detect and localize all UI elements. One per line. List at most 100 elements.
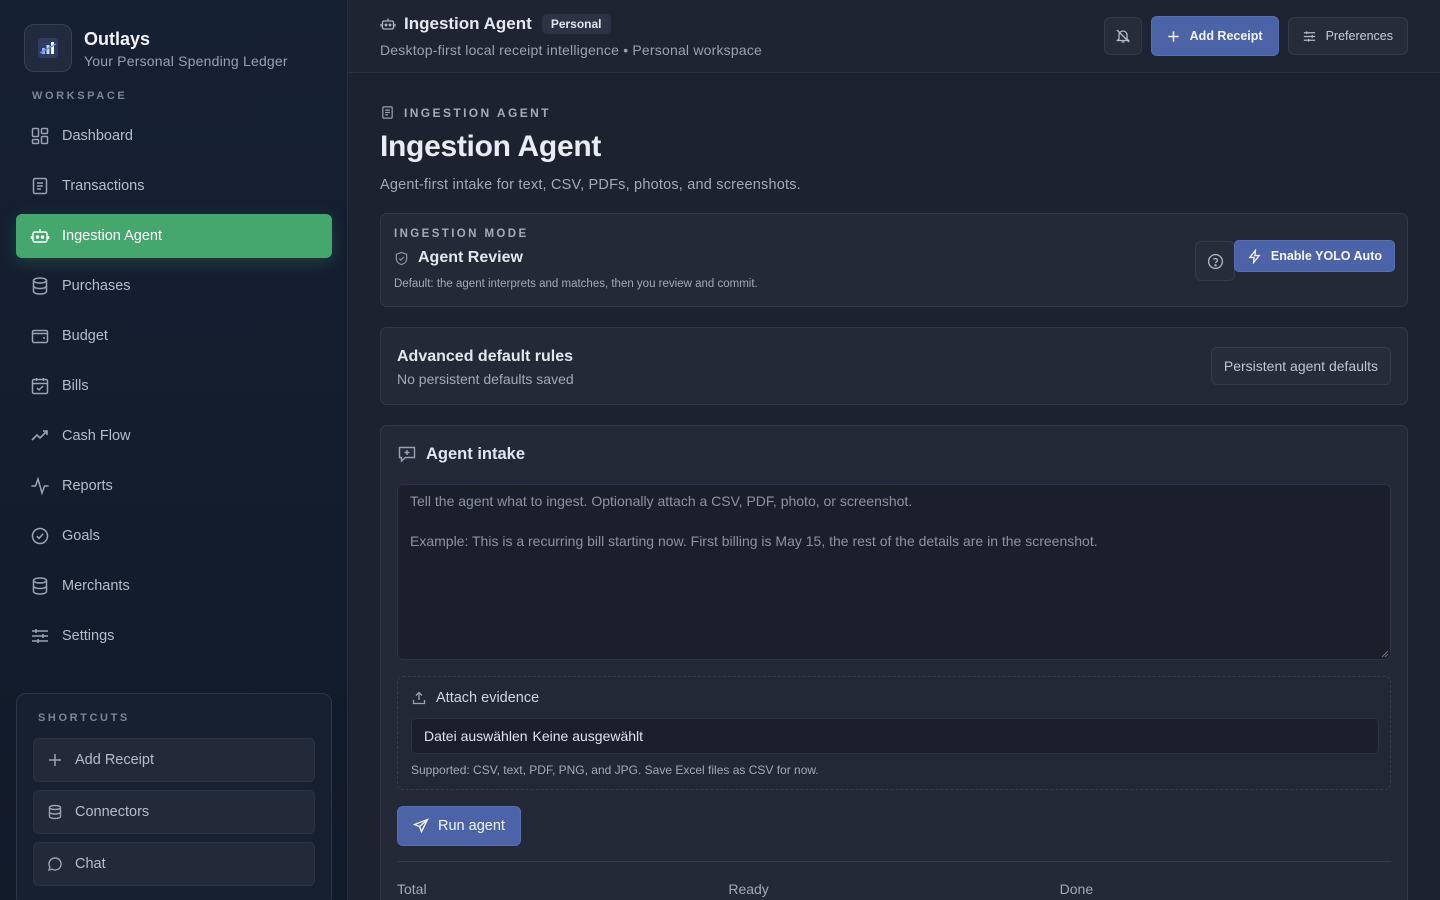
divider [397, 861, 1391, 862]
file-picker-input[interactable]: Datei auswählen Keine ausgewählt [411, 718, 1379, 754]
page-title: Ingestion Agent [380, 130, 602, 163]
sidebar-item-label: Transactions [62, 178, 145, 194]
agent-instructions-input[interactable] [397, 484, 1391, 660]
activity-icon [31, 476, 49, 496]
sidebar: Outlays Your Personal Spending Ledger WO… [0, 0, 348, 900]
shortcut-label: Connectors [75, 804, 150, 820]
topbar-subtitle: Desktop-first local receipt intelligence… [380, 42, 763, 58]
run-agent-button[interactable]: Run agent [397, 806, 521, 846]
file-selection-status: Keine ausgewählt [532, 728, 644, 744]
document-icon [32, 177, 48, 195]
sidebar-item-dashboard[interactable]: Dashboard [16, 114, 332, 158]
brand-name: Outlays [84, 28, 151, 49]
brand-subtitle: Your Personal Spending Ledger [84, 52, 288, 69]
persistent-defaults-button[interactable]: Persistent agent defaults [1210, 347, 1391, 385]
add-receipt-button[interactable]: Add Receipt [1150, 16, 1279, 56]
sidebar-item-reports[interactable]: Reports [16, 464, 332, 508]
ingestion-mode-label: INGESTION MODE [394, 228, 529, 240]
sidebar-item-goals[interactable]: Goals [16, 514, 332, 558]
sidebar-item-merchants[interactable]: Merchants [16, 564, 332, 608]
check-circle-icon [31, 527, 49, 545]
trending-up-icon [31, 430, 48, 441]
sidebar-nav: Dashboard Transactions Ingestion Agent P… [16, 114, 332, 664]
supported-formats-note: Supported: CSV, text, PDF, PNG, and JPG.… [411, 763, 819, 777]
brand[interactable]: Outlays Your Personal Spending Ledger [24, 24, 288, 72]
sidebar-item-bills[interactable]: Bills [16, 364, 332, 408]
shortcut-add-receipt[interactable]: Add Receipt [33, 738, 315, 782]
preferences-label: Preferences [1325, 29, 1393, 43]
sliders-icon [1303, 30, 1315, 42]
shortcut-label: Chat [75, 856, 106, 872]
topbar-title: Ingestion Agent [404, 14, 532, 33]
topbar-actions: Add Receipt Preferences [1103, 16, 1408, 56]
database-icon [48, 804, 62, 820]
agent-intake-title: Agent intake [426, 444, 526, 463]
sidebar-item-settings[interactable]: Settings [16, 614, 332, 658]
notifications-button[interactable] [1103, 17, 1142, 55]
advanced-rules-status: No persistent defaults saved [397, 371, 574, 387]
workspace-badge: Personal [541, 14, 611, 34]
shortcut-chat[interactable]: Chat [33, 842, 315, 886]
database-icon [32, 277, 48, 295]
shortcut-label: Add Receipt [75, 752, 154, 768]
sidebar-item-purchases[interactable]: Purchases [16, 264, 332, 308]
plus-icon [1168, 30, 1179, 42]
shortcuts-label: SHORTCUTS [38, 712, 130, 724]
sidebar-item-label: Settings [62, 628, 115, 644]
shortcut-connectors[interactable]: Connectors [33, 790, 315, 834]
shield-check-icon [395, 251, 408, 265]
sidebar-item-label: Cash Flow [62, 428, 131, 444]
resize-grip-icon[interactable] [1379, 648, 1389, 658]
chat-icon [48, 857, 62, 871]
ingestion-mode-name: Agent Review [418, 249, 523, 266]
sidebar-item-label: Budget [62, 328, 108, 344]
sidebar-item-label: Reports [62, 478, 113, 494]
sidebar-item-cash-flow[interactable]: Cash Flow [16, 414, 332, 458]
ingestion-mode-card: INGESTION MODE Agent Review Default: the… [380, 213, 1408, 307]
topbar-title-row: Ingestion Agent Personal [380, 14, 611, 34]
intake-stats-row: Total Ready Done [397, 881, 1391, 897]
wallet-icon [31, 329, 49, 344]
shortcuts-panel: SHORTCUTS Add Receipt Connectors Chat [16, 693, 332, 900]
enable-yolo-auto-label: Enable YOLO Auto [1270, 249, 1382, 263]
calendar-icon [31, 378, 49, 395]
attach-evidence-title: Attach evidence [436, 690, 540, 706]
stat-ready-label: Ready [728, 881, 769, 897]
robot-icon [380, 18, 396, 30]
preferences-button[interactable]: Preferences [1287, 17, 1408, 55]
ingestion-mode-hint: Default: the agent interprets and matche… [394, 278, 758, 290]
dashboard-icon [31, 127, 49, 145]
mode-help-button[interactable] [1195, 241, 1235, 281]
enable-yolo-auto-button[interactable]: Enable YOLO Auto [1233, 240, 1395, 272]
sidebar-item-label: Merchants [62, 578, 130, 594]
advanced-rules-card: Advanced default rules No persistent def… [380, 327, 1408, 405]
stat-total-label: Total [397, 881, 427, 897]
workspace-section-label: WORKSPACE [32, 90, 128, 102]
sidebar-item-ingestion-agent[interactable]: Ingestion Agent [16, 214, 332, 258]
choose-file-button[interactable]: Datei auswählen [424, 728, 528, 744]
sidebar-item-budget[interactable]: Budget [16, 314, 332, 358]
attach-evidence-header: Attach evidence [411, 690, 539, 706]
bell-off-icon [1115, 29, 1130, 43]
sliders-icon [32, 629, 48, 643]
help-circle-icon [1207, 253, 1223, 269]
upload-icon [412, 691, 426, 705]
sidebar-item-label: Purchases [62, 278, 131, 294]
page-description: Agent-first intake for text, CSV, PDFs, … [380, 177, 801, 193]
message-plus-icon [398, 446, 416, 463]
add-receipt-label: Add Receipt [1189, 29, 1263, 43]
plus-icon [49, 754, 61, 766]
topbar: Ingestion Agent Personal Desktop-first l… [348, 0, 1440, 73]
attach-evidence-panel: Attach evidence Datei auswählen Keine au… [397, 676, 1391, 790]
advanced-rules-title: Advanced default rules [397, 348, 574, 365]
app-logo-icon [24, 24, 72, 72]
main-content: INGESTION AGENT Ingestion Agent Agent-fi… [348, 74, 1440, 900]
zap-icon [1248, 248, 1261, 264]
sidebar-item-label: Goals [62, 528, 100, 544]
run-agent-label: Run agent [438, 818, 505, 834]
ingestion-mode-row: Agent Review [394, 249, 523, 267]
agent-intake-header: Agent intake [397, 444, 525, 464]
document-icon [382, 106, 393, 119]
sidebar-item-transactions[interactable]: Transactions [16, 164, 332, 208]
stat-done-label: Done [1059, 881, 1094, 897]
